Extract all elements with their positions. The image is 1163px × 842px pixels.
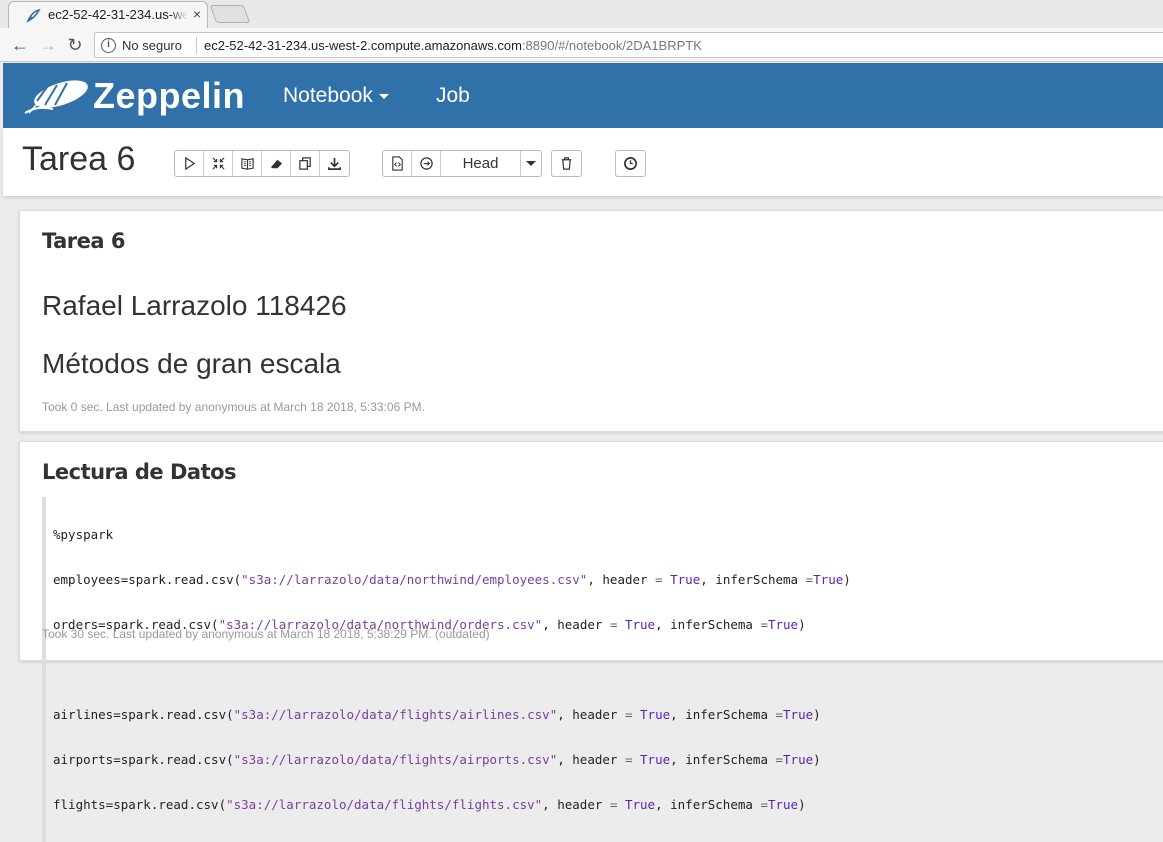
reload-icon[interactable]: ↻: [64, 34, 86, 56]
version-control-group: Head: [382, 150, 542, 177]
notebook-menu[interactable]: Notebook: [283, 84, 389, 108]
zeppelin-favicon-icon: [26, 8, 41, 23]
browser-toolbar: ← → ↻ i No seguro ec2-52-42-31-234.us-we…: [0, 28, 1163, 62]
code-line: employees=spark.read.csv("s3a://larrazol…: [53, 572, 851, 587]
browser-tabbar: ec2-52-42-31-234.us-west-2.compute.amazo…: [0, 0, 1163, 28]
url-text[interactable]: ec2-52-42-31-234.us-west-2.compute.amazo…: [204, 38, 702, 53]
code-line: flights=spark.read.csv("s3a://larrazolo/…: [53, 797, 806, 812]
trash-icon: [561, 157, 572, 170]
book-icon: [240, 158, 254, 170]
zeppelin-navbar: Zeppelin Notebook Job: [3, 63, 1163, 128]
brand-title[interactable]: Zeppelin: [93, 75, 245, 117]
paragraph-status: Took 30 sec. Last updated by anonymous a…: [42, 627, 490, 641]
hide-code-button[interactable]: [204, 151, 233, 176]
commit-button[interactable]: [383, 151, 412, 176]
clock-icon: [624, 157, 637, 170]
notebook-title[interactable]: Tarea 6: [22, 140, 135, 179]
address-bar[interactable]: i No seguro ec2-52-42-31-234.us-west-2.c…: [94, 32, 1163, 58]
job-link[interactable]: Job: [436, 84, 470, 108]
paragraph-status: Took 0 sec. Last updated by anonymous at…: [42, 400, 425, 414]
code-line: airlines=spark.read.csv("s3a://larrazolo…: [53, 707, 821, 722]
notebook-header: Tarea 6 Head: [3, 128, 1163, 196]
security-label[interactable]: No seguro: [122, 38, 182, 53]
markdown-heading: Rafael Larrazolo 118426: [42, 290, 347, 321]
browser-tab[interactable]: ec2-52-42-31-234.us-west-2.compute.amazo…: [8, 1, 208, 28]
version-dropdown-button[interactable]: [521, 151, 541, 176]
clone-notebook-button[interactable]: [291, 151, 320, 176]
scheduler-group: [615, 150, 646, 177]
head-button[interactable]: Head: [441, 151, 521, 176]
new-tab-button[interactable]: [209, 5, 251, 23]
forward-arrow-icon[interactable]: →: [37, 34, 59, 56]
markdown-heading: Métodos de gran escala: [42, 348, 341, 379]
file-code-icon: [391, 156, 403, 171]
url-host: ec2-52-42-31-234.us-west-2.compute.amazo…: [204, 38, 522, 53]
info-icon[interactable]: i: [101, 38, 116, 53]
paragraph[interactable]: Tarea 6 Rafael Larrazolo 118426 Métodos …: [19, 210, 1163, 432]
code-line: airports=spark.read.csv("s3a://larrazolo…: [53, 752, 821, 767]
notebook-action-group: [174, 150, 350, 177]
version-go-button[interactable]: [412, 151, 441, 176]
code-line: %pyspark: [53, 527, 114, 542]
scheduler-button[interactable]: [616, 151, 645, 176]
play-icon: [184, 156, 195, 171]
delete-notebook-button[interactable]: [552, 151, 581, 176]
paragraph-title[interactable]: Tarea 6: [42, 229, 125, 253]
back-arrow-icon[interactable]: ←: [9, 34, 31, 56]
code-editor[interactable]: %pyspark employees=spark.read.csv("s3a:/…: [42, 497, 1142, 842]
clear-output-button[interactable]: [262, 151, 291, 176]
eraser-icon: [270, 159, 282, 169]
export-notebook-button[interactable]: [320, 151, 349, 176]
tab-title: ec2-52-42-31-234.us-west-2.compute.amazo…: [48, 7, 188, 22]
download-icon: [328, 157, 341, 170]
caret-down-icon: [526, 161, 536, 166]
arrow-circle-right-icon: [419, 157, 433, 170]
notebook-menu-label: Notebook: [283, 84, 373, 107]
zeppelin-logo-icon[interactable]: [23, 77, 93, 115]
chevron-down-icon: [378, 93, 389, 99]
tab-close-icon[interactable]: ×: [193, 6, 201, 22]
show-output-button[interactable]: [233, 151, 262, 176]
delete-group: [551, 150, 582, 177]
paragraph-title[interactable]: Lectura de Datos: [42, 460, 237, 484]
url-path: :8890/#/notebook/2DA1BRPTK: [521, 38, 702, 53]
omnibox-divider: [196, 37, 197, 54]
collapse-icon: [211, 157, 225, 170]
run-all-button[interactable]: [175, 151, 204, 176]
copy-icon: [298, 157, 311, 170]
paragraph[interactable]: Lectura de Datos %pyspark employees=spar…: [19, 441, 1163, 842]
